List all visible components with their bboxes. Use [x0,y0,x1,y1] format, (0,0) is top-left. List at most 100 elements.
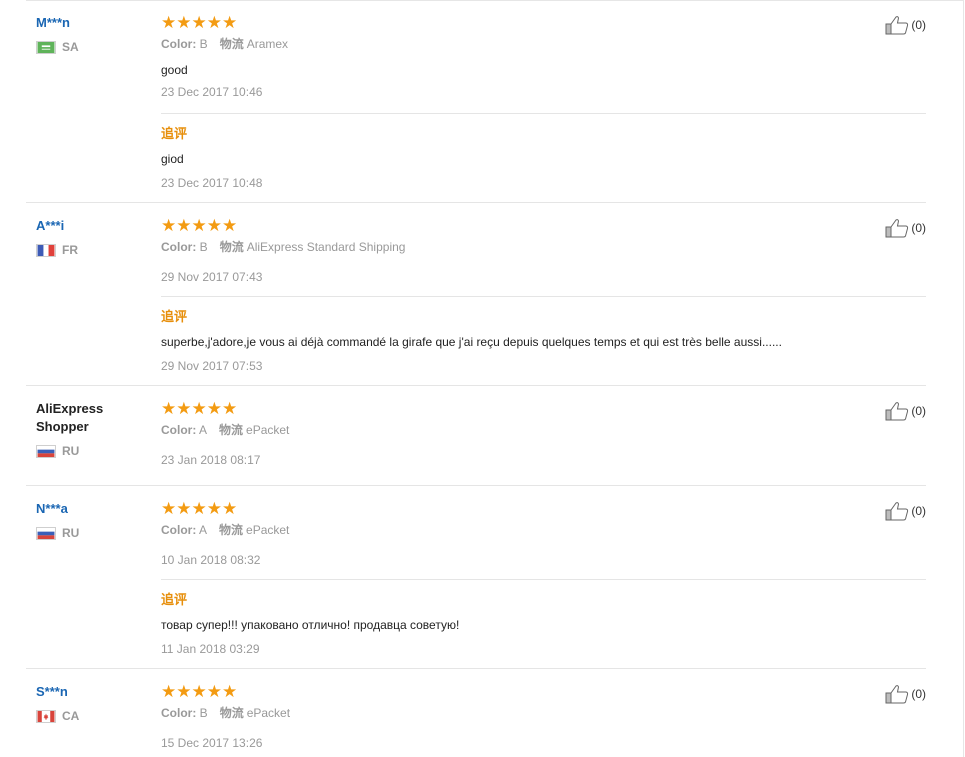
thumbs-up-icon [885,219,909,238]
shipping-label: 物流 [219,706,244,720]
reviewer-info: M***n SA [36,14,146,54]
star-icon: ★ [222,216,238,235]
star-icon: ★ [191,216,207,235]
star-icon: ★ [206,216,222,235]
saudi-arabia-flag-icon [36,40,56,54]
additional-feedback: 追评 superbe,j'adore,je vous ai déjà comma… [161,296,926,386]
additional-feedback-date: 11 Jan 2018 03:29 [161,642,260,656]
star-rating: ★★★★★ [161,217,861,235]
canada-flag-icon [36,709,56,723]
star-icon: ★ [191,682,207,701]
shipping-value: Aramex [246,37,289,51]
star-icon: ★ [161,499,177,518]
reviewer-name: AliExpress Shopper [36,401,104,434]
divider [161,296,926,297]
reviewer-country: CA [36,709,146,723]
russia-flag-icon [36,526,56,540]
star-icon: ★ [191,13,207,32]
star-icon: ★ [161,13,177,32]
star-rating: ★★★★★ [161,500,861,518]
additional-feedback: 追评 giod 23 Dec 2017 10:48 [161,113,926,203]
star-icon: ★ [161,216,177,235]
review-item: AliExpress Shopper RU ★★★★★ Color: A 物流 eP… [26,386,926,486]
shipping-label: 物流 [219,37,244,51]
like-button[interactable]: (0) [885,501,926,521]
shipping-value: ePacket [246,423,290,437]
order-info: Color: A 物流 ePacket [161,522,861,538]
reviewer-country: SA [36,40,146,54]
shipping-label: 物流 [219,523,244,537]
reviewer-info: A***i FR [36,217,146,257]
star-rating: ★★★★★ [161,683,861,701]
star-rating: ★★★★★ [161,400,861,418]
reviewer-country: RU [36,526,146,540]
additional-feedback-date: 23 Dec 2017 10:48 [161,176,263,190]
color-value: A [199,423,208,437]
additional-feedback: 追评 товар супер!!! упаковано отлично! про… [161,579,926,669]
additional-feedback-label: 追评 [161,309,188,324]
country-code: RU [62,526,80,540]
thumbs-up-icon [885,16,909,35]
review-item: A***i FR ★★★★★ Color: B 物流 AliExpress Stan… [26,203,926,386]
star-icon: ★ [206,13,222,32]
thumbs-up-icon [885,402,909,421]
additional-feedback-text: giod [161,152,184,166]
star-icon: ★ [176,13,192,32]
review-item: M***n SA ★★★★★ Color: B 物流 Aramex good 23 … [26,0,926,203]
review-body: ★★★★★ Color: A 物流 ePacket 10 Jan 2018 08:3… [161,500,861,568]
order-info: Color: B 物流 Aramex [161,36,861,52]
star-icon: ★ [222,499,238,518]
additional-feedback-label: 追评 [161,592,188,607]
star-icon: ★ [176,399,192,418]
like-count: (0) [911,404,926,418]
star-rating: ★★★★★ [161,14,861,32]
review-date: 10 Jan 2018 08:32 [161,553,261,567]
star-icon: ★ [176,499,192,518]
color-value: B [199,706,208,720]
review-item: N***a RU ★★★★★ Color: A 物流 ePacket 10 Jan … [26,486,926,669]
reviewer-name[interactable]: M***n [36,14,146,32]
review-date: 15 Dec 2017 13:26 [161,736,263,750]
star-icon: ★ [222,13,238,32]
divider [161,579,926,580]
thumbs-up-icon [885,502,909,521]
country-code: SA [62,40,79,54]
star-icon: ★ [222,399,238,418]
like-count: (0) [911,687,926,701]
like-button[interactable]: (0) [885,15,926,35]
like-button[interactable]: (0) [885,218,926,238]
star-icon: ★ [206,682,222,701]
reviewer-info: N***a RU [36,500,146,540]
like-count: (0) [911,504,926,518]
additional-feedback-text: товар супер!!! упаковано отлично! продав… [161,618,460,632]
reviewer-name[interactable]: S***n [36,683,146,701]
review-body: ★★★★★ Color: B 物流 Aramex good 23 Dec 2017 … [161,14,861,100]
color-label: Color: [161,423,197,437]
country-code: CA [62,709,80,723]
review-body: ★★★★★ Color: A 物流 ePacket 23 Jan 2018 08:1… [161,400,861,468]
country-code: RU [62,444,80,458]
review-body: ★★★★★ Color: B 物流 AliExpress Standard Ship… [161,217,861,285]
like-button[interactable]: (0) [885,401,926,421]
star-icon: ★ [161,399,177,418]
additional-feedback-label: 追评 [161,126,188,141]
russia-flag-icon [36,444,56,458]
review-date: 23 Jan 2018 08:17 [161,453,261,467]
france-flag-icon [36,243,56,257]
review-item: S***n CA ★★★★★ Color: B 物流 ePacket 15 Dec … [26,669,926,757]
review-text: good [161,63,188,77]
reviewer-name[interactable]: N***a [36,500,146,518]
shipping-label: 物流 [219,423,244,437]
review-date: 29 Nov 2017 07:43 [161,270,263,284]
reviewer-name[interactable]: A***i [36,217,146,235]
country-code: FR [62,243,78,257]
shipping-value: AliExpress Standard Shipping [246,240,406,254]
star-icon: ★ [222,682,238,701]
star-icon: ★ [176,682,192,701]
star-icon: ★ [191,499,207,518]
like-button[interactable]: (0) [885,684,926,704]
shipping-label: 物流 [219,240,244,254]
divider [161,113,926,114]
star-icon: ★ [161,682,177,701]
reviewer-info: AliExpress Shopper RU [36,400,146,458]
